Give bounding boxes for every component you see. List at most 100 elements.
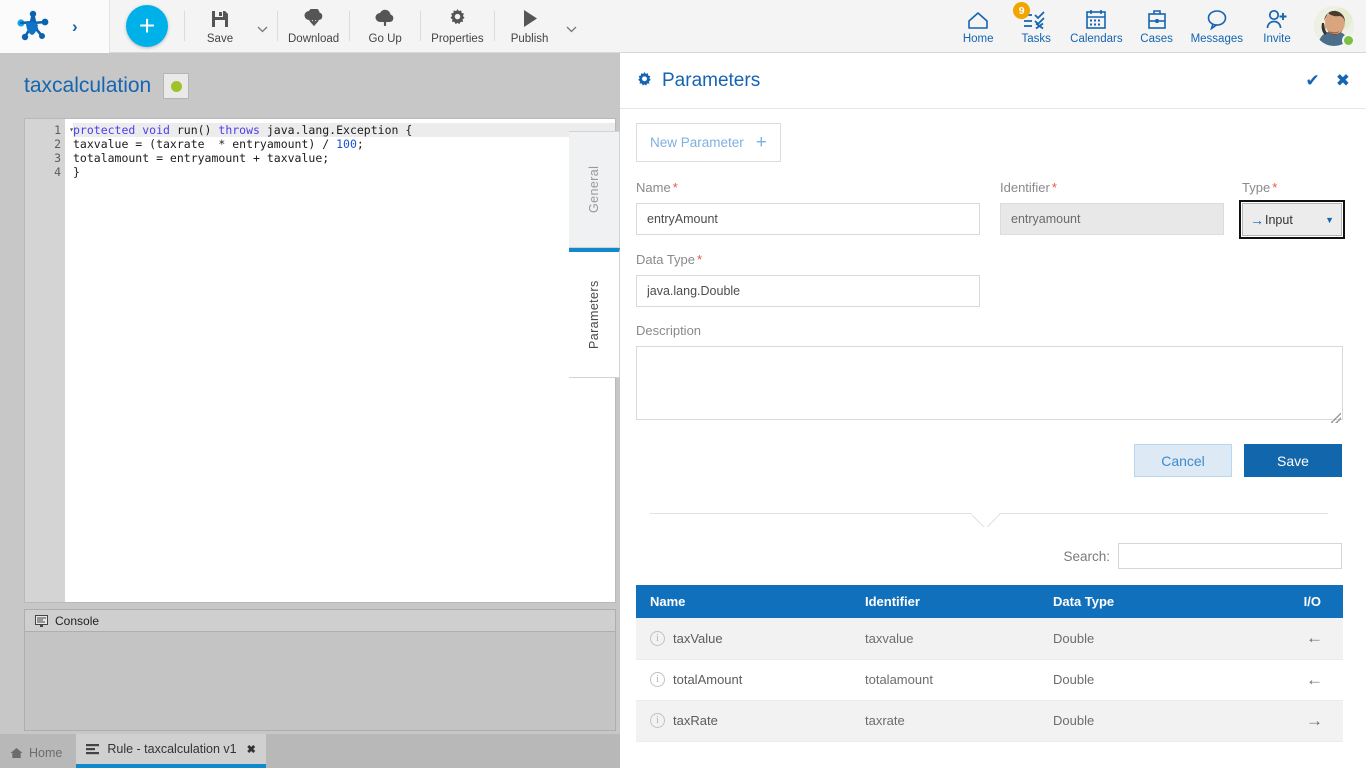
properties-button[interactable]: Properties: [425, 2, 489, 50]
nav-tasks[interactable]: 9 Tasks: [1007, 1, 1065, 51]
editor-code[interactable]: protected void run() throws java.lang.Ex…: [65, 119, 615, 602]
console-icon: [35, 615, 48, 627]
column-identifier[interactable]: Identifier: [851, 585, 1039, 618]
tab-parameters[interactable]: Parameters: [569, 248, 620, 378]
nav-home[interactable]: Home: [949, 1, 1007, 51]
top-toolbar: › + Save: [0, 0, 1366, 53]
cell-io-output-arrow-icon: ←: [1229, 659, 1343, 700]
resize-handle[interactable]: [1331, 413, 1341, 423]
page-title: taxcalculation: [24, 74, 151, 98]
chevron-down-notch-icon[interactable]: [972, 513, 1006, 527]
line-number: 4: [25, 165, 65, 179]
toolbar-divider: [349, 11, 350, 41]
workspace-area: taxcalculation 1▾ 2 3 4 protected void r…: [0, 53, 620, 734]
new-parameter-button[interactable]: New Parameter +: [636, 123, 781, 162]
line-number: 3: [25, 151, 65, 165]
taskbar-home-label: Home: [29, 746, 62, 760]
table-header-row: Name Identifier Data Type I/O: [636, 585, 1343, 618]
message-icon: [1206, 7, 1228, 30]
add-button[interactable]: +: [126, 5, 168, 47]
type-select-value: Input: [1265, 213, 1293, 227]
gear-icon: [448, 8, 467, 30]
type-select[interactable]: → Input ▼: [1242, 203, 1342, 236]
line-number: 2: [25, 137, 65, 151]
cell-name: i taxValue: [636, 618, 851, 659]
search-input[interactable]: [1118, 543, 1342, 569]
plus-icon: +: [139, 12, 155, 40]
save-dropdown-caret-icon[interactable]: [251, 5, 273, 53]
panel-header-actions: ✔ ✖: [1306, 72, 1351, 89]
home-icon: [10, 747, 23, 759]
cell-name: i totalAmount: [636, 659, 851, 700]
bonita-logo-icon[interactable]: [16, 10, 50, 42]
info-icon[interactable]: i: [650, 672, 665, 687]
table-row[interactable]: i taxValue taxvalue Double ←: [636, 618, 1343, 659]
fold-caret-icon[interactable]: ▾: [69, 123, 74, 137]
online-status-dot: [1342, 34, 1355, 47]
console-header[interactable]: Console: [24, 609, 616, 631]
taskbar-home-item[interactable]: Home: [0, 738, 76, 768]
new-parameter-label: New Parameter: [650, 135, 744, 150]
panel-header: Parameters ✔ ✖: [620, 53, 1366, 109]
download-icon: [303, 8, 325, 30]
save-button[interactable]: Save: [189, 2, 251, 50]
vertical-tabs: General Parameters: [569, 131, 620, 378]
go-up-icon: [374, 8, 396, 30]
publish-dropdown-caret-icon[interactable]: [561, 5, 583, 53]
table-row[interactable]: i taxRate taxrate Double →: [636, 700, 1343, 741]
editor-gutter: 1▾ 2 3 4: [25, 119, 65, 602]
code-line: protected void run() throws java.lang.Ex…: [73, 123, 615, 137]
nav-tasks-label: Tasks: [1021, 33, 1050, 45]
datatype-field-group: Data Type*: [636, 252, 1342, 307]
name-field-group: Name*: [636, 180, 1000, 236]
info-icon[interactable]: i: [650, 713, 665, 728]
identifier-field-group: Identifier*: [1000, 180, 1242, 236]
console-body: [24, 631, 616, 731]
description-textarea[interactable]: [636, 346, 1343, 420]
cancel-button[interactable]: Cancel: [1134, 444, 1232, 477]
close-icon[interactable]: ✖: [247, 743, 256, 756]
save-label: Save: [207, 33, 233, 45]
nav-invite-label: Invite: [1263, 33, 1291, 45]
code-editor[interactable]: 1▾ 2 3 4 protected void run() throws jav…: [24, 118, 616, 603]
table-row[interactable]: i totalAmount totalamount Double ←: [636, 659, 1343, 700]
name-input[interactable]: [636, 203, 980, 235]
nav-calendars-label: Calendars: [1070, 33, 1122, 45]
collapse-divider[interactable]: [636, 513, 1342, 529]
calendar-icon: [1085, 7, 1107, 30]
rule-icon: [86, 743, 99, 755]
column-datatype[interactable]: Data Type: [1039, 585, 1229, 618]
nav-messages[interactable]: Messages: [1186, 1, 1248, 51]
save-label: Save: [1277, 453, 1309, 469]
info-icon[interactable]: i: [650, 631, 665, 646]
tab-general[interactable]: General: [569, 131, 620, 248]
toolbar-divider: [277, 11, 278, 41]
go-up-button[interactable]: Go Up: [354, 2, 416, 50]
parameters-table: Name Identifier Data Type I/O i taxValue: [636, 585, 1343, 742]
column-io[interactable]: I/O: [1229, 585, 1343, 618]
avatar[interactable]: [1314, 6, 1354, 46]
download-label: Download: [288, 33, 339, 45]
taskbar-tab-rule[interactable]: Rule - taxcalculation v1 ✖: [76, 734, 265, 768]
cell-datatype: Double: [1039, 700, 1229, 741]
expand-menu-caret-icon[interactable]: ›: [72, 18, 78, 35]
save-parameter-button[interactable]: Save: [1244, 444, 1342, 477]
application-window: › + Save: [0, 0, 1366, 768]
cell-datatype: Double: [1039, 659, 1229, 700]
nav-invite[interactable]: Invite: [1248, 1, 1306, 51]
table-body: i taxValue taxvalue Double ← i totalAm: [636, 618, 1343, 741]
close-icon[interactable]: ✖: [1336, 72, 1350, 89]
datatype-input[interactable]: [636, 275, 980, 307]
download-button[interactable]: Download: [282, 2, 345, 50]
go-up-label: Go Up: [369, 33, 402, 45]
nav-calendars[interactable]: Calendars: [1065, 1, 1127, 51]
identifier-input: [1000, 203, 1224, 235]
input-direction-arrow-icon: →: [1250, 213, 1264, 227]
row-name-text: taxRate: [673, 713, 718, 728]
status-badge: [163, 73, 189, 99]
confirm-icon[interactable]: ✔: [1306, 72, 1320, 89]
column-name[interactable]: Name: [636, 585, 851, 618]
publish-button[interactable]: Publish: [499, 2, 561, 50]
cell-name: i taxRate: [636, 700, 851, 741]
nav-cases[interactable]: Cases: [1128, 1, 1186, 51]
